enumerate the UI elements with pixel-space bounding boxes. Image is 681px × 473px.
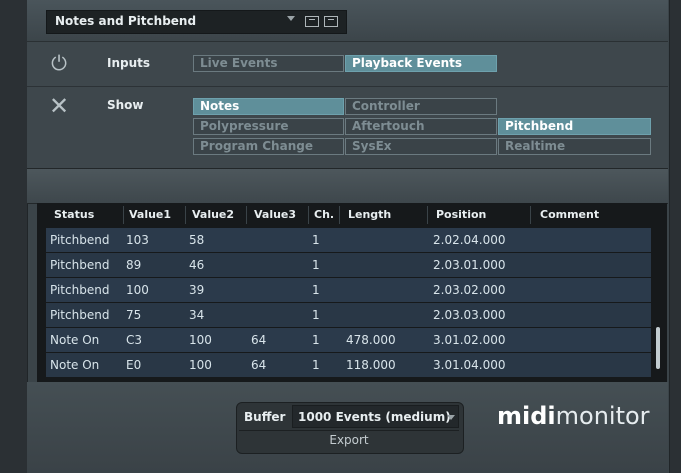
aftertouch-filter-button[interactable]: Aftertouch	[345, 118, 497, 135]
cell-position: 3.01.02.000	[433, 333, 506, 347]
cell-channel: 1	[312, 358, 320, 372]
column-status[interactable]: Status	[54, 208, 94, 221]
table-row[interactable]: Note On E0 100 64 1 118.000 3.01.04.000	[46, 353, 651, 377]
cell-value1: 75	[126, 308, 142, 322]
cell-value3: 64	[251, 333, 267, 347]
chevron-down-icon	[447, 415, 455, 420]
live-events-button[interactable]: Live Events	[193, 55, 344, 72]
show-label: Show	[107, 98, 144, 112]
export-button[interactable]: Export	[239, 430, 459, 449]
cell-status: Note On	[50, 333, 100, 347]
cell-value1: 89	[126, 258, 142, 272]
column-position[interactable]: Position	[436, 208, 486, 221]
cell-status: Note On	[50, 358, 100, 372]
preset-actions	[300, 10, 347, 34]
event-table: Status Value1 Value2 Value3 Ch. Length P…	[37, 203, 667, 382]
program-change-filter-button[interactable]: Program Change	[193, 138, 344, 155]
power-icon[interactable]: ⏻	[48, 52, 70, 74]
midimonitor-logo: midimonitor	[497, 402, 650, 430]
table-header: Status Value1 Value2 Value3 Ch. Length P…	[37, 203, 667, 227]
table-row[interactable]: Pitchbend 89 46 1 2.03.01.000	[46, 253, 651, 277]
cell-channel: 1	[312, 258, 320, 272]
vertical-scrollbar[interactable]	[656, 327, 660, 369]
cell-value1: E0	[126, 358, 142, 372]
cell-position: 3.01.04.000	[433, 358, 506, 372]
cell-status: Pitchbend	[50, 283, 110, 297]
cell-position: 2.02.04.000	[433, 233, 506, 247]
column-length[interactable]: Length	[348, 208, 391, 221]
midimonitor-window: Notes and Pitchbend ⏻ Inputs Live Events…	[0, 0, 681, 473]
cell-value1: 100	[126, 283, 149, 297]
cell-value2: 46	[189, 258, 205, 272]
cell-channel: 1	[312, 308, 320, 322]
column-value3[interactable]: Value3	[254, 208, 296, 221]
cell-status: Pitchbend	[50, 258, 110, 272]
cell-value1: C3	[126, 333, 143, 347]
controller-filter-button[interactable]: Controller	[345, 98, 497, 115]
cell-length: 118.000	[346, 358, 396, 372]
cell-value2: 100	[189, 333, 212, 347]
pitchbend-filter-button[interactable]: Pitchbend	[498, 118, 651, 135]
polypressure-filter-button[interactable]: Polypressure	[193, 118, 344, 135]
sysex-filter-button[interactable]: SysEx	[345, 138, 497, 155]
buffer-value[interactable]: 1000 Events (medium)	[298, 410, 451, 424]
table-row[interactable]: Pitchbend 103 58 1 2.02.04.000	[46, 228, 651, 252]
cell-position: 2.03.03.000	[433, 308, 506, 322]
chevron-down-icon	[287, 16, 295, 21]
column-divider	[185, 206, 186, 224]
column-divider	[123, 206, 124, 224]
column-divider	[339, 206, 340, 224]
close-icon[interactable]: ✕	[48, 94, 70, 118]
inputs-label: Inputs	[107, 56, 151, 70]
column-divider	[427, 206, 428, 224]
table-row[interactable]: Pitchbend 75 34 1 2.03.03.000	[46, 303, 651, 327]
cell-status: Pitchbend	[50, 308, 110, 322]
logo-light: monitor	[555, 402, 650, 430]
save-preset-icon[interactable]	[305, 16, 319, 27]
logo-bold: midi	[497, 402, 556, 430]
cell-channel: 1	[312, 283, 320, 297]
cell-position: 2.03.01.000	[433, 258, 506, 272]
playback-events-button[interactable]: Playback Events	[345, 55, 497, 72]
section-bar	[27, 168, 668, 204]
cell-status: Pitchbend	[50, 233, 110, 247]
column-value1[interactable]: Value1	[129, 208, 171, 221]
column-divider	[246, 206, 247, 224]
cell-value3: 64	[251, 358, 267, 372]
cell-value2: 34	[189, 308, 205, 322]
cell-channel: 1	[312, 233, 320, 247]
load-preset-icon[interactable]	[324, 16, 338, 27]
table-row[interactable]: Pitchbend 100 39 1 2.03.02.000	[46, 278, 651, 302]
cell-channel: 1	[312, 333, 320, 347]
table-row[interactable]: Note On C3 100 64 1 478.000 3.01.02.000	[46, 328, 651, 352]
cell-value2: 58	[189, 233, 205, 247]
cell-position: 2.03.02.000	[433, 283, 506, 297]
cell-value2: 39	[189, 283, 205, 297]
column-channel[interactable]: Ch.	[314, 208, 334, 221]
notes-filter-button[interactable]: Notes	[193, 98, 344, 115]
column-divider	[530, 206, 531, 224]
divider	[27, 86, 668, 87]
column-comment[interactable]: Comment	[540, 208, 599, 221]
column-divider	[308, 206, 309, 224]
buffer-label: Buffer	[244, 410, 286, 424]
cell-length: 478.000	[346, 333, 396, 347]
cell-value1: 103	[126, 233, 149, 247]
realtime-filter-button[interactable]: Realtime	[498, 138, 651, 155]
preset-selector[interactable]: Notes and Pitchbend	[46, 10, 302, 34]
cell-value2: 100	[189, 358, 212, 372]
column-value2[interactable]: Value2	[192, 208, 234, 221]
preset-name: Notes and Pitchbend	[55, 14, 197, 28]
